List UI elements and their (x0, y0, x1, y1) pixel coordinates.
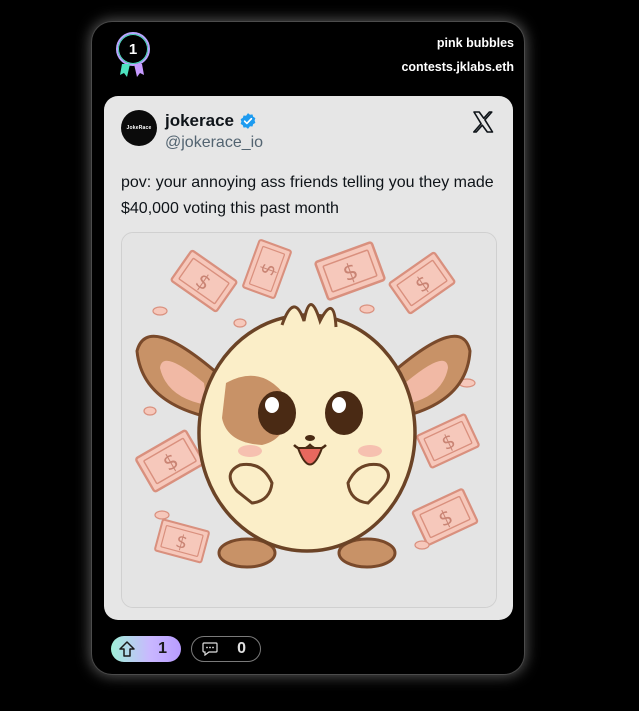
ribbon-icon (120, 64, 144, 77)
cartoon-creature-money-illustration: $ (122, 233, 496, 607)
author-handle[interactable]: @jokerace_io (165, 134, 263, 152)
tweet-text: pov: your annoying ass friends telling y… (121, 174, 494, 217)
comment-button[interactable]: 0 (191, 636, 261, 662)
contest-domain-link[interactable]: contests.jklabs.eth (401, 60, 514, 74)
author-name-row[interactable]: jokerace (165, 111, 257, 131)
comment-count: 0 (237, 640, 246, 657)
submission-title: pink bubbles (436, 36, 514, 50)
upvote-button[interactable]: 1 (111, 636, 181, 662)
submission-card[interactable]: 1 pink bubbles contests.jklabs.eth JokeR… (92, 22, 524, 674)
rank-medal-icon: 1 (114, 32, 154, 80)
rank-number: 1 (116, 32, 150, 66)
x-logo-icon[interactable] (471, 110, 495, 134)
embedded-tweet[interactable]: JokeRace jokerace @jokerace_io pov: your… (104, 96, 513, 620)
avatar[interactable]: JokeRace (121, 110, 157, 146)
vote-count: 1 (158, 640, 167, 657)
comment-icon (202, 642, 218, 656)
upvote-arrow-icon (119, 641, 135, 657)
author-name[interactable]: jokerace (165, 111, 234, 131)
tweet-image[interactable]: $ (121, 232, 497, 608)
verified-badge-icon (240, 113, 256, 129)
